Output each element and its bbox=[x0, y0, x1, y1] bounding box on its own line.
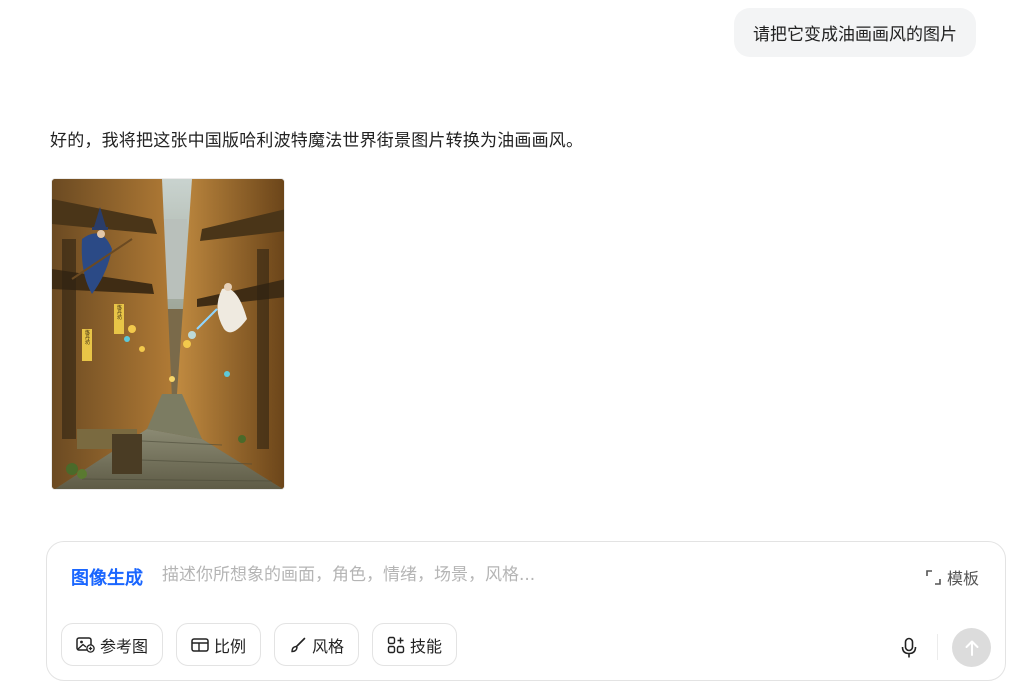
brush-icon bbox=[291, 637, 306, 652]
aspect-ratio-button[interactable]: 比例 bbox=[176, 623, 262, 666]
reference-image-button[interactable]: 参考图 bbox=[61, 623, 164, 666]
apps-plus-icon bbox=[387, 636, 405, 653]
microphone-button[interactable] bbox=[899, 637, 919, 659]
template-button[interactable]: 模板 bbox=[925, 565, 979, 589]
image-plus-icon bbox=[76, 637, 95, 653]
assistant-message-text: 好的，我将把这张中国版哈利波特魔法世界街景图片转换为油画画风。 bbox=[50, 131, 584, 151]
oil-painting-street-scene: 炼丹坊 炼丹坊 bbox=[52, 179, 284, 489]
expand-icon bbox=[926, 569, 941, 585]
reference-image-label: 参考图 bbox=[100, 636, 149, 656]
microphone-icon bbox=[901, 637, 917, 658]
shop-sign-2: 炼丹坊 bbox=[84, 329, 90, 346]
style-label: 风格 bbox=[312, 636, 345, 656]
skills-button[interactable]: 技能 bbox=[372, 623, 458, 666]
template-label: 模板 bbox=[946, 569, 979, 588]
mode-label[interactable]: 图像生成 bbox=[71, 564, 143, 590]
user-message-text: 请把它变成油画画风的图片 bbox=[753, 25, 957, 45]
prompt-input[interactable] bbox=[162, 560, 802, 590]
composer: 图像生成 模板 参考图 比例 风格 bbox=[46, 541, 1006, 681]
style-button[interactable]: 风格 bbox=[274, 623, 360, 666]
skills-label: 技能 bbox=[410, 636, 443, 656]
user-message-bubble: 请把它变成油画画风的图片 bbox=[734, 8, 976, 57]
toolbar-divider bbox=[937, 634, 938, 660]
generated-image[interactable]: 炼丹坊 炼丹坊 bbox=[51, 178, 285, 490]
aspect-ratio-icon bbox=[191, 637, 209, 652]
arrow-up-icon bbox=[965, 640, 978, 656]
aspect-ratio-label: 比例 bbox=[214, 636, 247, 656]
shop-sign-1: 炼丹坊 bbox=[116, 304, 122, 321]
send-button[interactable] bbox=[952, 628, 991, 667]
